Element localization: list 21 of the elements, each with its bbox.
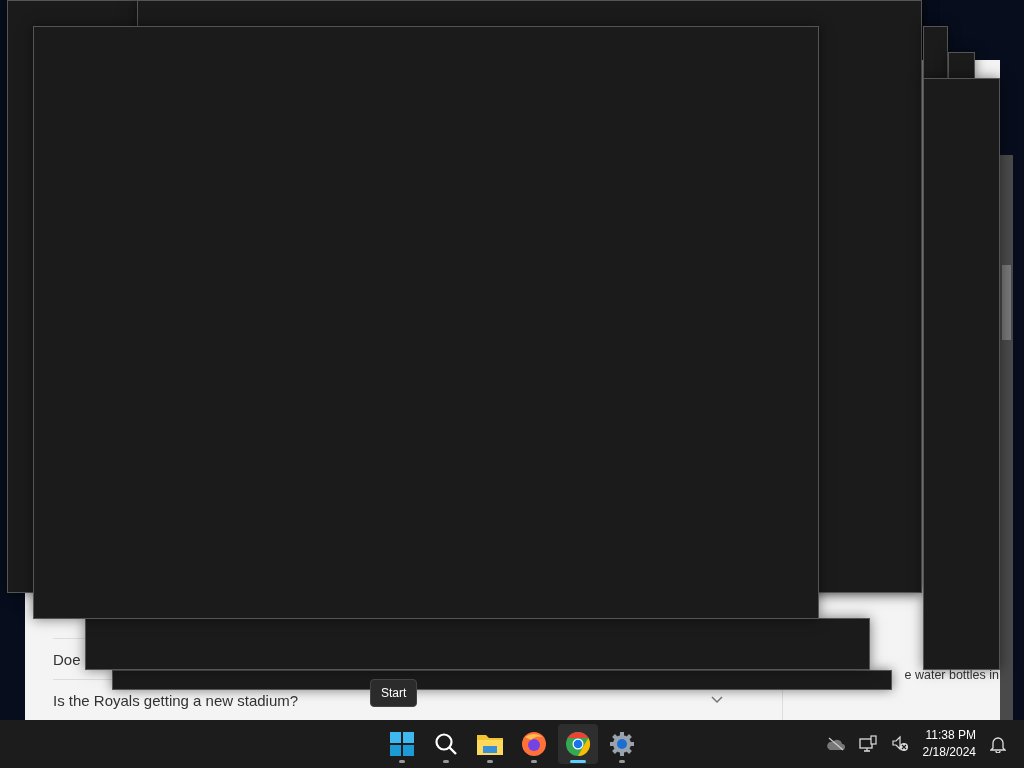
date-text: 2/18/2024 — [922, 744, 976, 761]
windows-logo-icon — [390, 732, 414, 756]
search-icon — [434, 732, 458, 756]
network-icon[interactable] — [858, 735, 877, 753]
firefox-icon — [521, 731, 547, 757]
taskbar-app[interactable] — [558, 724, 598, 764]
tooltip: Start — [370, 679, 418, 707]
bell-icon[interactable] — [990, 735, 1006, 753]
cloud-off-icon[interactable] — [826, 737, 845, 751]
gear-icon — [609, 731, 635, 757]
clock[interactable]: 11:38 PM 2/18/2024 — [922, 727, 976, 761]
time-text: 11:38 PM — [925, 727, 976, 744]
answer-text: e water bottles in — [904, 668, 999, 682]
chrome-icon — [565, 731, 591, 757]
folder-icon — [477, 733, 503, 755]
chevron-icon[interactable] — [711, 696, 723, 704]
question-text[interactable]: Doe — [53, 650, 81, 668]
question-text[interactable]: Is the Royals getting a new stadium? — [53, 691, 299, 709]
scrollbar[interactable] — [1000, 155, 1013, 720]
scroll-thumb[interactable] — [1002, 265, 1011, 340]
speaker-muted-icon[interactable] — [890, 735, 909, 753]
